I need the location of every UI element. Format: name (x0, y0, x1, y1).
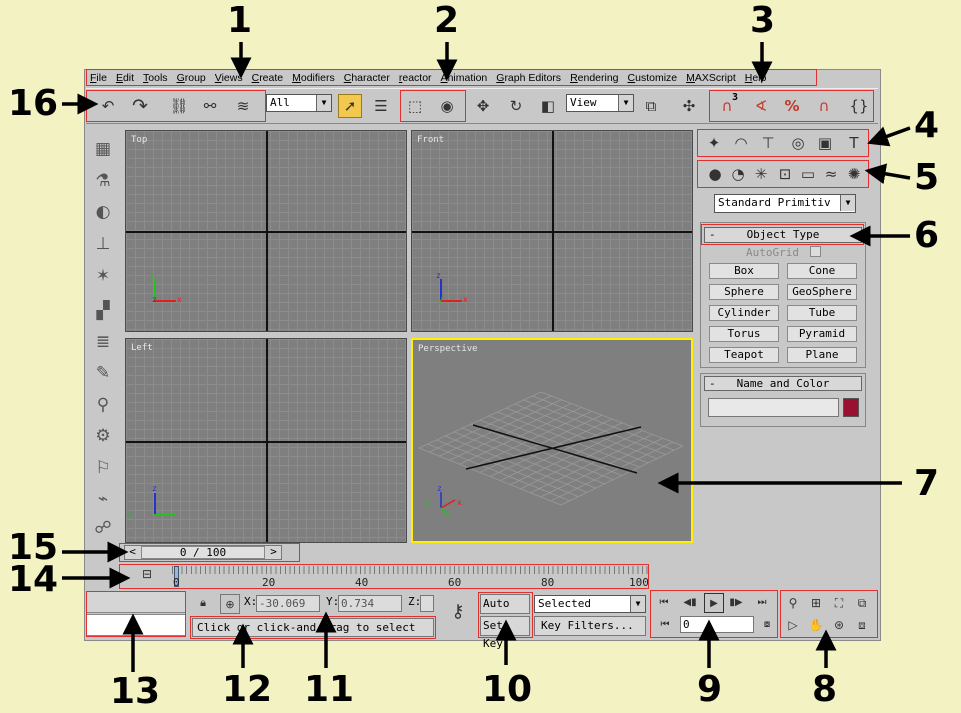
annotation-number: 5 (914, 157, 940, 198)
annotation-number: 2 (434, 0, 460, 41)
annotation-arrows (62, 42, 911, 672)
annotation-number: 7 (914, 463, 940, 504)
annotation-number: 13 (110, 671, 161, 712)
annotation-number: 1 (227, 0, 253, 41)
annotation-number: 16 (8, 83, 59, 124)
annotation-number: 9 (697, 669, 723, 710)
annotation-number: 4 (914, 105, 940, 146)
annotation-number: 11 (304, 669, 355, 710)
annotation-number: 8 (812, 669, 838, 710)
annotation-number: 15 (8, 527, 59, 568)
annotation-number: 6 (914, 215, 940, 256)
annotation-number: 12 (222, 669, 273, 710)
annotation-number: 3 (750, 0, 776, 41)
annotation-number: 10 (482, 669, 533, 710)
